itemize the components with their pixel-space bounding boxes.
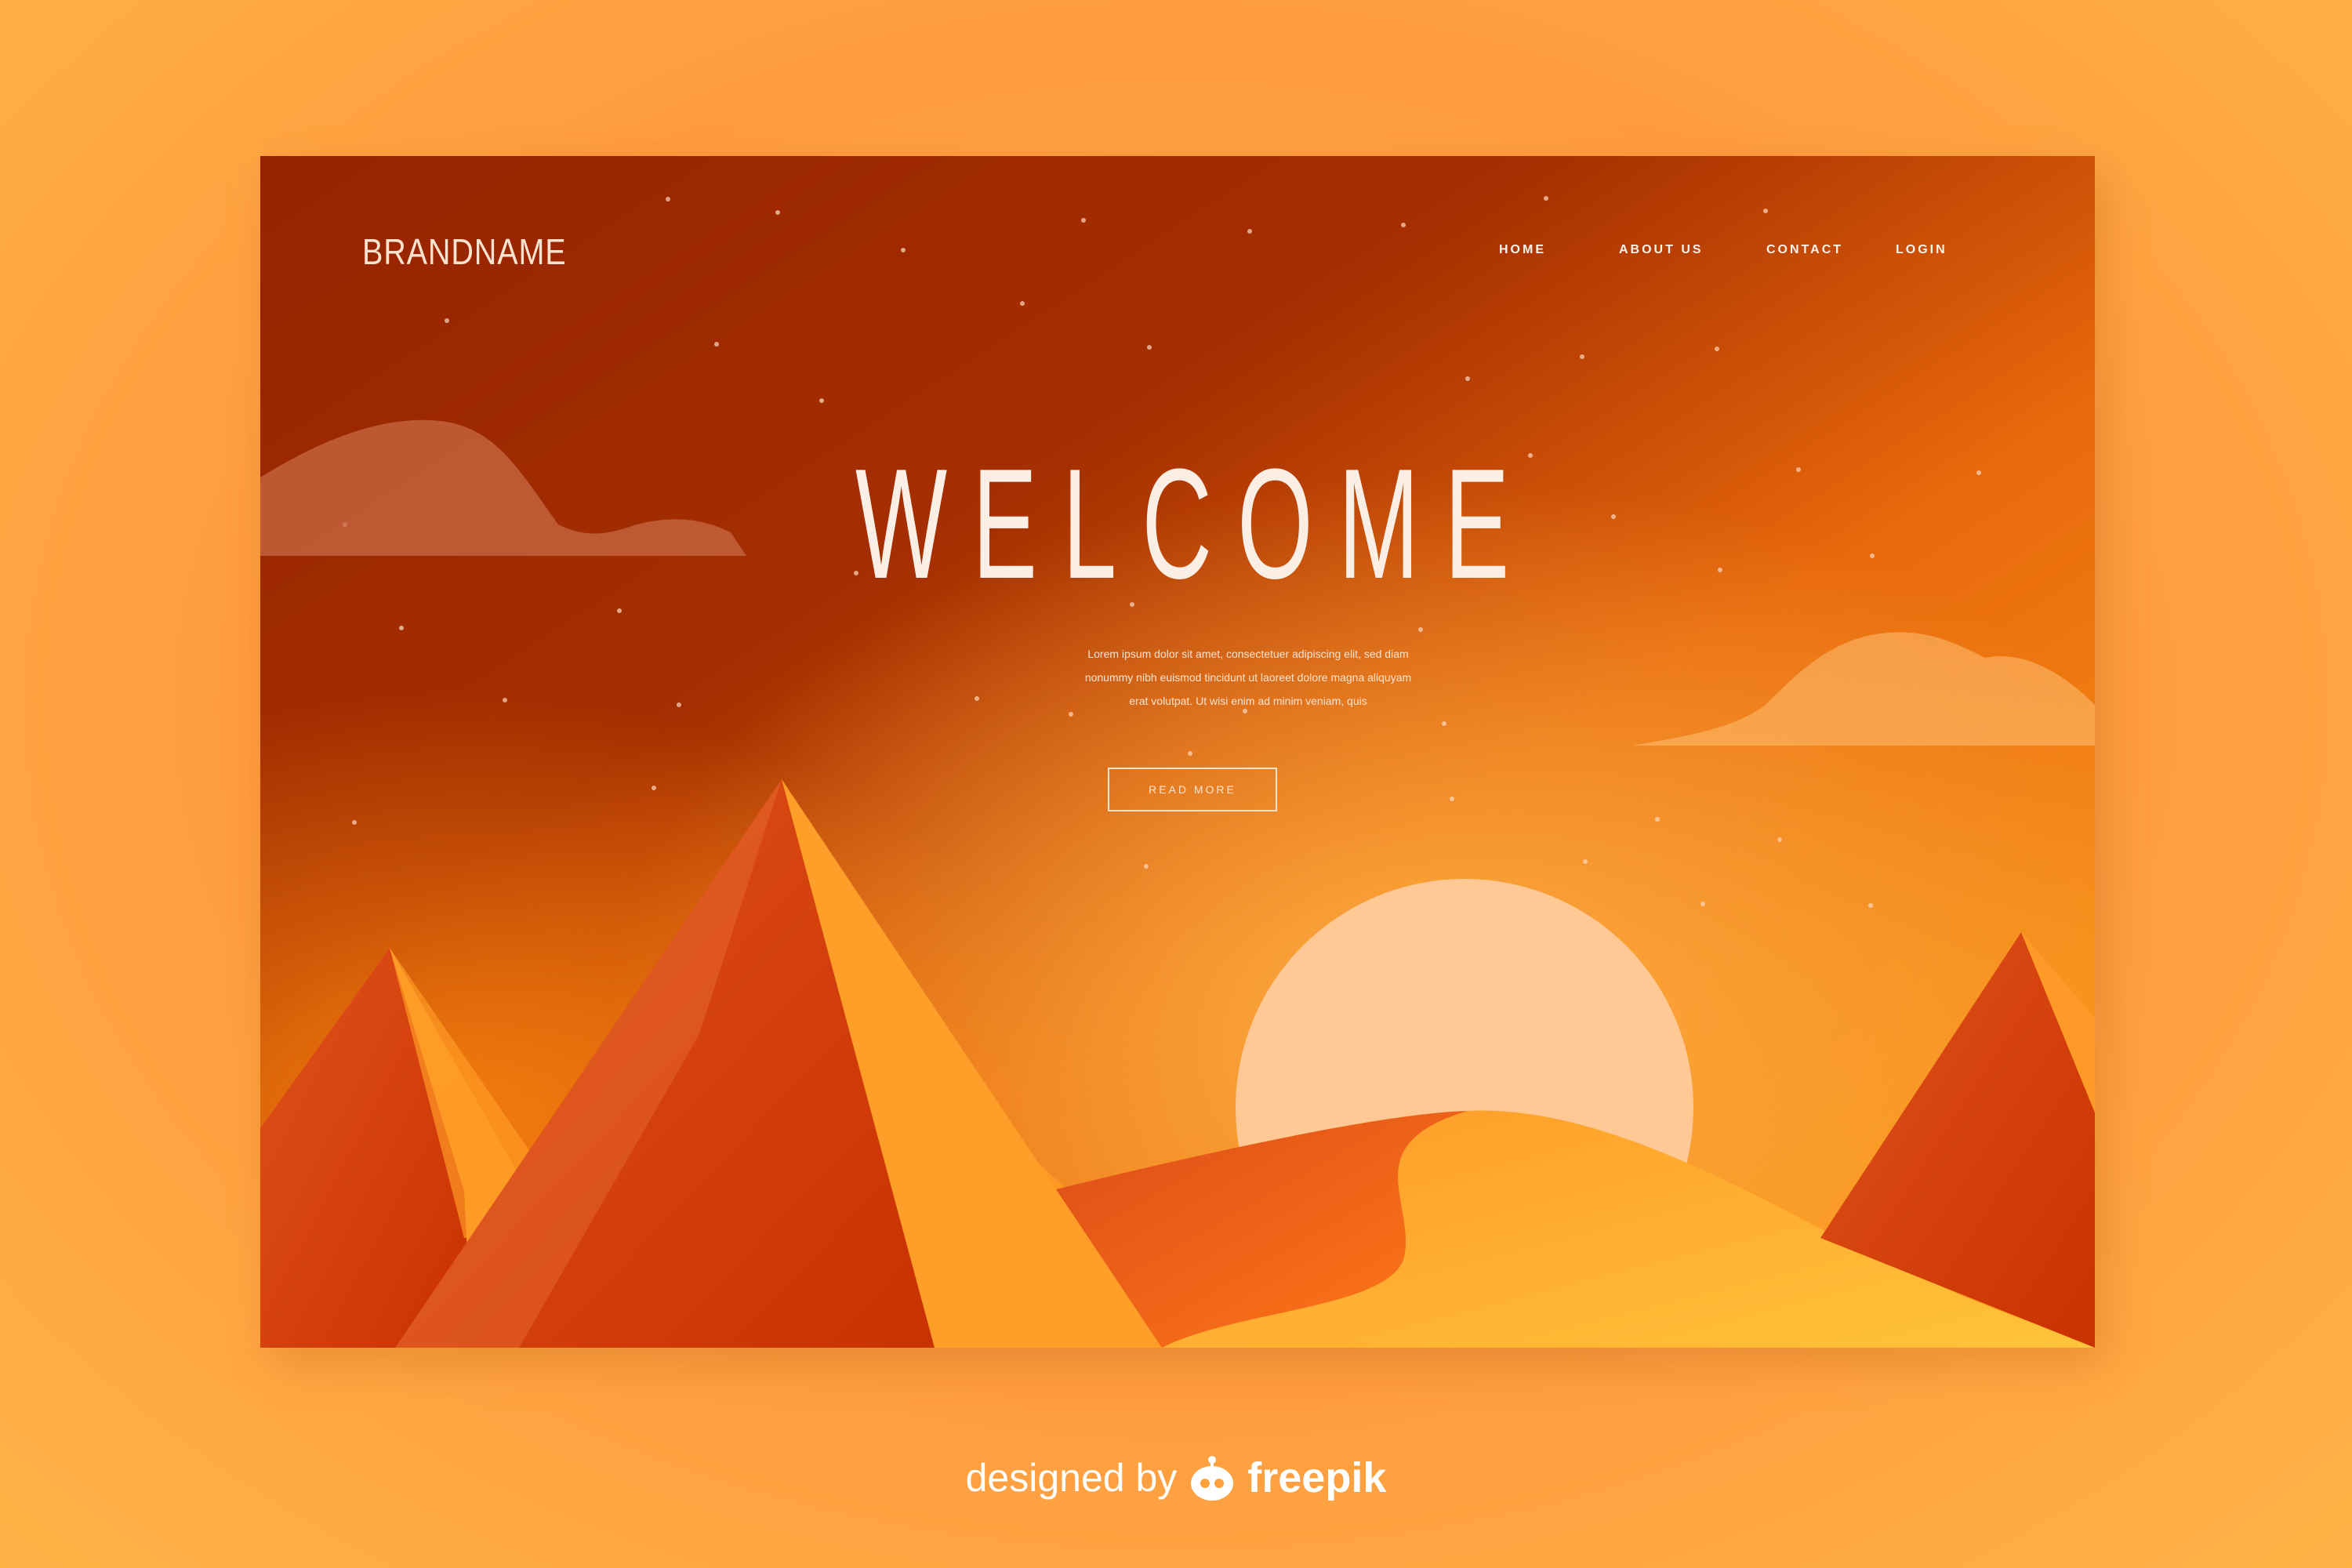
- nav-contact[interactable]: CONTACT: [1766, 234, 1843, 266]
- landing-page: BRANDNAME HOME ABOUT US CONTACT LOGIN WE…: [260, 156, 2095, 1348]
- nav-login[interactable]: LOGIN: [1896, 234, 1947, 266]
- nav-home[interactable]: HOME: [1499, 234, 1546, 266]
- brand-logo[interactable]: BRANDNAME: [362, 228, 567, 275]
- desert-scene: [260, 156, 2095, 1348]
- hero-title: WELCOME: [855, 437, 1535, 612]
- nav-about-us[interactable]: ABOUT US: [1619, 234, 1704, 266]
- read-more-button[interactable]: READ MORE: [1108, 768, 1277, 811]
- credit-brand: freepik: [1247, 1454, 1387, 1501]
- credit-text: designed by: [965, 1456, 1178, 1500]
- hero-paragraph-line: Lorem ipsum dolor sit amet, consectetuer…: [1087, 648, 1409, 660]
- hero-paragraph-line: erat volutpat. Ut wisi enim ad minim ven…: [1129, 695, 1367, 707]
- hero-paragraph-line: nonummy nibh euismod tincidunt ut laoree…: [1084, 671, 1412, 684]
- hero-paragraph: Lorem ipsum dolor sit amet, consectetuer…: [911, 642, 1585, 713]
- designer-credit: designed by freepik: [0, 1446, 2352, 1509]
- freepik-logo-icon: [1191, 1456, 1234, 1501]
